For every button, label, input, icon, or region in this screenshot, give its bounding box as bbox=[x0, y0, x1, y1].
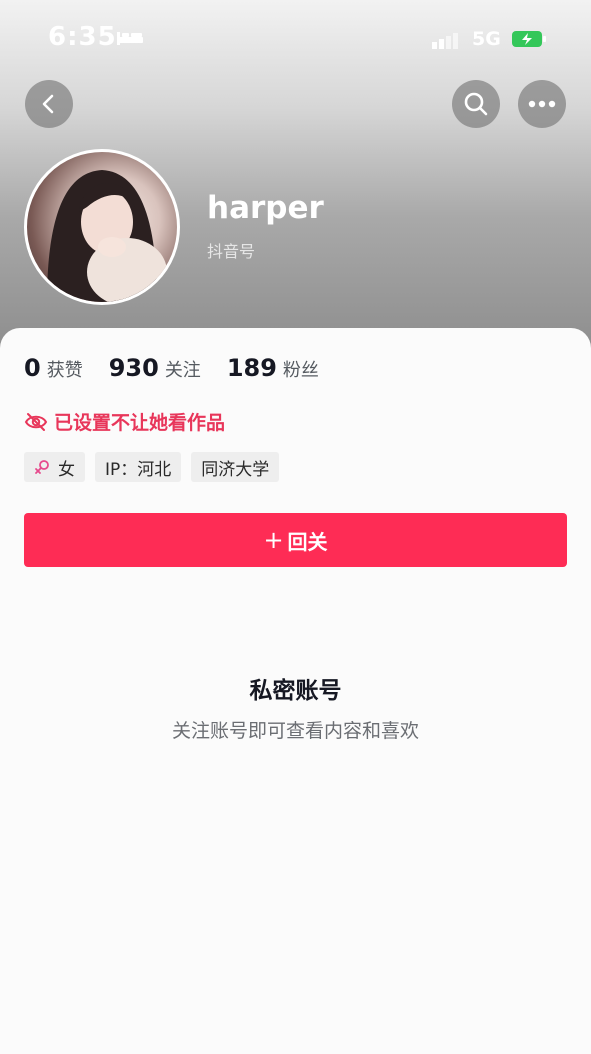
avatar-image bbox=[47, 170, 167, 302]
more-icon bbox=[528, 100, 556, 108]
bed-icon bbox=[117, 32, 143, 45]
follow-back-label: 回关 bbox=[287, 529, 328, 554]
network-label: 5G bbox=[472, 28, 501, 50]
status-time: 6:35 bbox=[48, 22, 117, 52]
stat-likes[interactable]: 0 获赞 bbox=[24, 354, 83, 382]
private-account-description: 关注账号即可查看内容和喜欢 bbox=[171, 720, 419, 742]
gender-label: 女 bbox=[58, 459, 75, 480]
stat-value: 0 bbox=[24, 354, 41, 382]
hidden-notice-text: 已设置不让她看作品 bbox=[54, 412, 226, 434]
plus-icon: + bbox=[263, 526, 284, 554]
private-account-title: 私密账号 bbox=[249, 678, 342, 704]
back-arrow-icon bbox=[42, 94, 54, 114]
account-id-label: 抖音号 bbox=[207, 242, 256, 261]
gender-tag: 女 bbox=[24, 452, 85, 482]
stat-following[interactable]: 930 关注 bbox=[109, 354, 201, 382]
more-button[interactable] bbox=[518, 80, 566, 128]
stat-label: 关注 bbox=[164, 360, 201, 381]
ip-tag: IP：河北 bbox=[95, 452, 182, 482]
stat-label: 获赞 bbox=[46, 360, 83, 381]
avatar[interactable] bbox=[24, 149, 180, 305]
status-bar: 6:35 5G bbox=[0, 0, 591, 80]
tag-row: 女 IP：河北 同济大学 bbox=[24, 452, 289, 482]
follow-back-button[interactable]: + 回关 bbox=[24, 513, 567, 567]
stat-value: 189 bbox=[226, 354, 277, 382]
search-button[interactable] bbox=[452, 80, 500, 128]
school-label: 同济大学 bbox=[201, 459, 270, 480]
ip-label: IP：河北 bbox=[105, 459, 172, 480]
back-button[interactable] bbox=[25, 80, 73, 128]
signal-icon bbox=[432, 33, 458, 49]
stat-followers[interactable]: 189 粉丝 bbox=[227, 354, 319, 382]
stat-label: 粉丝 bbox=[282, 360, 319, 381]
stat-value: 930 bbox=[108, 354, 159, 382]
eye-off-icon bbox=[24, 412, 48, 431]
search-icon bbox=[464, 92, 488, 116]
school-tag[interactable]: 同济大学 bbox=[191, 452, 280, 482]
stats-row: 0 获赞 930 关注 189 粉丝 bbox=[24, 354, 345, 384]
hidden-works-notice: 已设置不让她看作品 bbox=[24, 408, 225, 435]
username: harper bbox=[207, 190, 324, 226]
female-icon bbox=[35, 460, 49, 474]
battery-charging-icon bbox=[512, 31, 546, 47]
